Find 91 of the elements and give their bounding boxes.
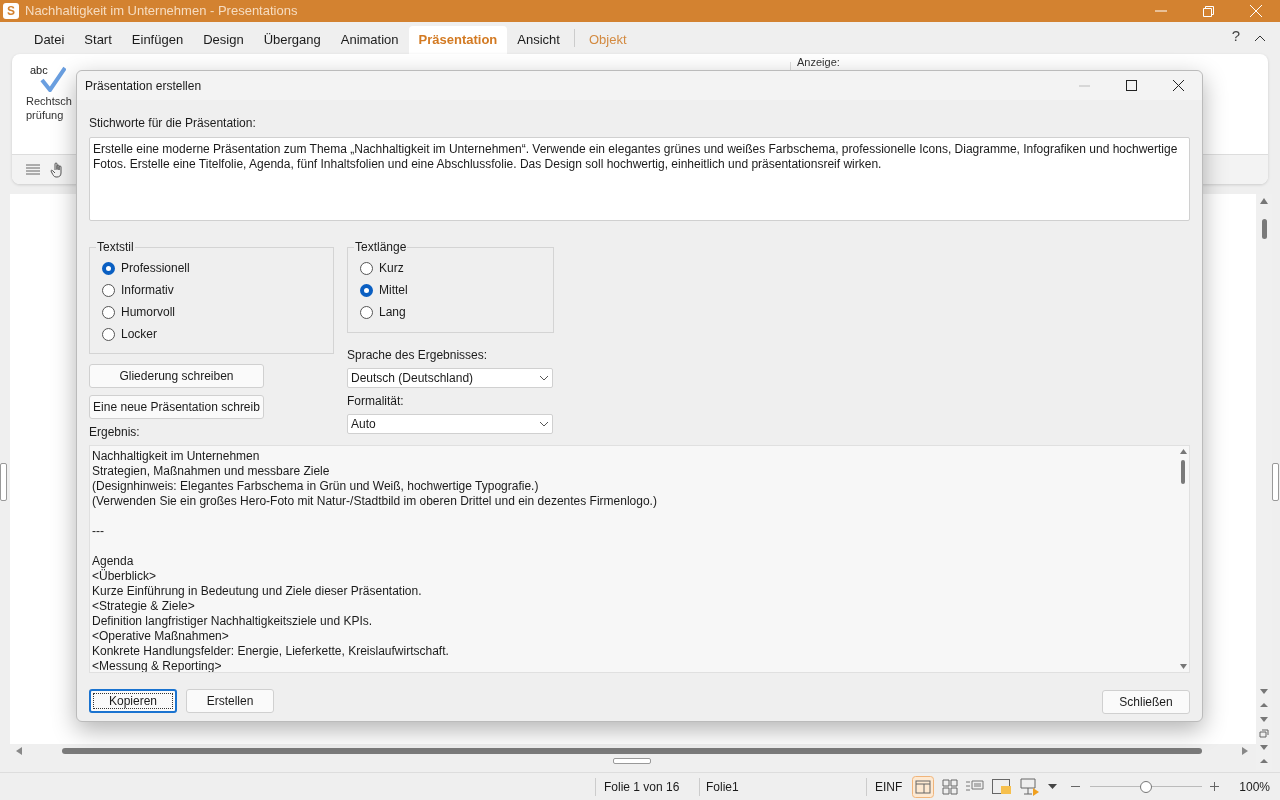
slideshow-icon[interactable]: [1020, 777, 1041, 796]
result-line: Definition langfristiger Nachhaltigkeitsziele und KPIs.: [92, 614, 374, 629]
notes-view-icon[interactable]: [992, 778, 1013, 795]
field-label: Stichworte für die Präsentation:: [89, 115, 257, 132]
app-logo: S: [3, 3, 19, 19]
zoom-level[interactable]: 100%: [1239, 777, 1271, 796]
radio-label[interactable]: Mittel: [379, 281, 408, 299]
scroll-thumb[interactable]: [1181, 460, 1185, 484]
scroll-up-icon[interactable]: [1260, 198, 1268, 204]
result-line: Strategien, Maßnahmen und messbare Ziele: [92, 464, 331, 479]
field-label: Ergebnis:: [89, 424, 141, 441]
dialog-button[interactable]: Schließen: [1102, 690, 1190, 714]
field-label: Sprache des Ergebnisses:: [347, 347, 489, 364]
restore-icon[interactable]: [1203, 5, 1214, 17]
radio-label[interactable]: Humorvoll: [121, 303, 175, 321]
result-line: (Designhinweis: Elegantes Farbschema in Grün und Weiß, hochwertige Typografie.): [92, 479, 540, 494]
radio-button[interactable]: [360, 261, 373, 275]
scroll-right-icon[interactable]: [1242, 747, 1248, 755]
result-line: Nachhaltigkeit im Unternehmen: [92, 449, 261, 464]
menu-tab[interactable]: Übergang: [253, 26, 331, 54]
radio-button[interactable]: [102, 305, 115, 319]
scroll-up-icon[interactable]: [1179, 449, 1187, 454]
panel-handle[interactable]: [0, 463, 7, 501]
dropdown[interactable]: Auto: [347, 414, 553, 434]
result-scrollbar[interactable]: [1177, 446, 1189, 672]
spellcheck-button[interactable]: abc Rechtsch prüfung: [26, 62, 72, 122]
menu-tab[interactable]: Einfügen: [121, 26, 194, 54]
menu-tab[interactable]: Animation: [330, 26, 409, 54]
list-icon[interactable]: [26, 163, 40, 176]
radio-button[interactable]: [360, 305, 373, 319]
scroll-left-icon[interactable]: [16, 747, 22, 755]
hand-icon[interactable]: [50, 161, 64, 178]
ribbon-label: Rechtsch: [26, 94, 72, 108]
collapse-ribbon-icon[interactable]: [1254, 35, 1266, 42]
radio-label[interactable]: Locker: [121, 325, 158, 343]
menu-tab[interactable]: Ansicht: [507, 26, 570, 54]
zoom-in-icon[interactable]: [1210, 782, 1220, 791]
insert-mode[interactable]: EINF: [875, 777, 903, 796]
field-label: Formalität:: [347, 393, 405, 410]
result-line: Agenda: [92, 554, 135, 569]
help-icon[interactable]: ?: [1231, 24, 1240, 47]
menu-tab[interactable]: Datei: [24, 26, 75, 54]
result-line: <Strategie & Ziele>: [92, 599, 196, 614]
result-line: Konkrete Handlungsfelder: Energie, Lieferkette, Kreislaufwirtschaft.: [92, 644, 450, 659]
ribbon-label: Anzeige:: [797, 56, 840, 68]
dialog-title: Präsentation erstellen: [85, 77, 202, 95]
result-line: <Überblick>: [92, 569, 158, 584]
result-line: ---: [92, 524, 105, 539]
ribbon-label: prüfung: [26, 108, 64, 122]
slide-counter: Folie 1 von 16: [604, 778, 681, 796]
window-title: Nachhaltigkeit im Unternehmen - Presentations: [25, 2, 298, 21]
zoom-thumb[interactable]: [1140, 780, 1153, 793]
radio-label[interactable]: Kurz: [379, 259, 404, 277]
menu-tab[interactable]: Start: [74, 26, 122, 54]
scroll-nav-icon[interactable]: [1259, 729, 1269, 738]
chevron-icon: [539, 375, 549, 381]
scroll-thumb[interactable]: [1261, 219, 1267, 239]
slide-name: Folie1: [706, 778, 740, 796]
dialog-button[interactable]: Kopieren: [89, 689, 177, 713]
dialog-button[interactable]: Erstellen: [186, 689, 274, 713]
split-handle[interactable]: [613, 758, 651, 764]
result-field[interactable]: [89, 445, 1190, 673]
group-title: Textstil: [96, 240, 135, 254]
group-title: Textlänge: [354, 240, 408, 254]
dropdown-arrow-icon[interactable]: [1048, 784, 1058, 789]
chevron-icon: [539, 421, 549, 427]
dropdown[interactable]: Deutsch (Deutschland): [347, 368, 553, 388]
zoom-slider[interactable]: [1090, 779, 1203, 794]
normal-view-icon[interactable]: [912, 775, 935, 798]
result-line: <Messung & Reporting>: [92, 659, 223, 672]
result-line: <Operative Maßnahmen>: [92, 629, 230, 644]
result-line: (Verwenden Sie ein großes Hero-Foto mit Natur-/Stadtbild im oberen Drittel und ein dezentes Firmenlogo.): [92, 494, 658, 509]
radio-label[interactable]: Professionell: [121, 259, 190, 277]
dialog-button[interactable]: Gliederung schreiben: [89, 364, 264, 388]
radio-button[interactable]: [360, 283, 373, 297]
radio-button[interactable]: [102, 261, 115, 275]
scroll-down-icon[interactable]: [1179, 664, 1187, 669]
menu-tab[interactable]: Design: [193, 26, 254, 54]
maximize-icon[interactable]: [1126, 80, 1137, 91]
panel-handle[interactable]: [1272, 463, 1279, 501]
dialog-button[interactable]: Eine neue Präsentation schreib: [89, 395, 264, 419]
grid-view-icon[interactable]: [942, 778, 959, 795]
keywords-field[interactable]: Erstelle eine moderne Präsentation zum Thema „Nachhaltigkeit im Unternehmen“. Verwende ein elegantes grünes und weißes Farbschema, professionelle Icons, Diagramme, Infografiken und hochwertige Fotos. Erstelle eine Titelfolie, Agenda, fünf Inhaltsfolien und eine Abschlussfolie. Das Design soll hochwertig, einheitlich und präsentationsreif wirken.: [89, 137, 1190, 221]
radio-label[interactable]: Informativ: [121, 281, 174, 299]
radio-button[interactable]: [102, 327, 115, 341]
radio-button[interactable]: [102, 283, 115, 297]
spellcheck-icon-text: abc: [30, 63, 48, 78]
scroll-thumb[interactable]: [62, 748, 1202, 754]
close-icon[interactable]: [1173, 80, 1184, 91]
radio-label[interactable]: Lang: [379, 303, 406, 321]
result-line: Kurze Einführung in Bedeutung und Ziele dieser Präsentation.: [92, 584, 423, 599]
